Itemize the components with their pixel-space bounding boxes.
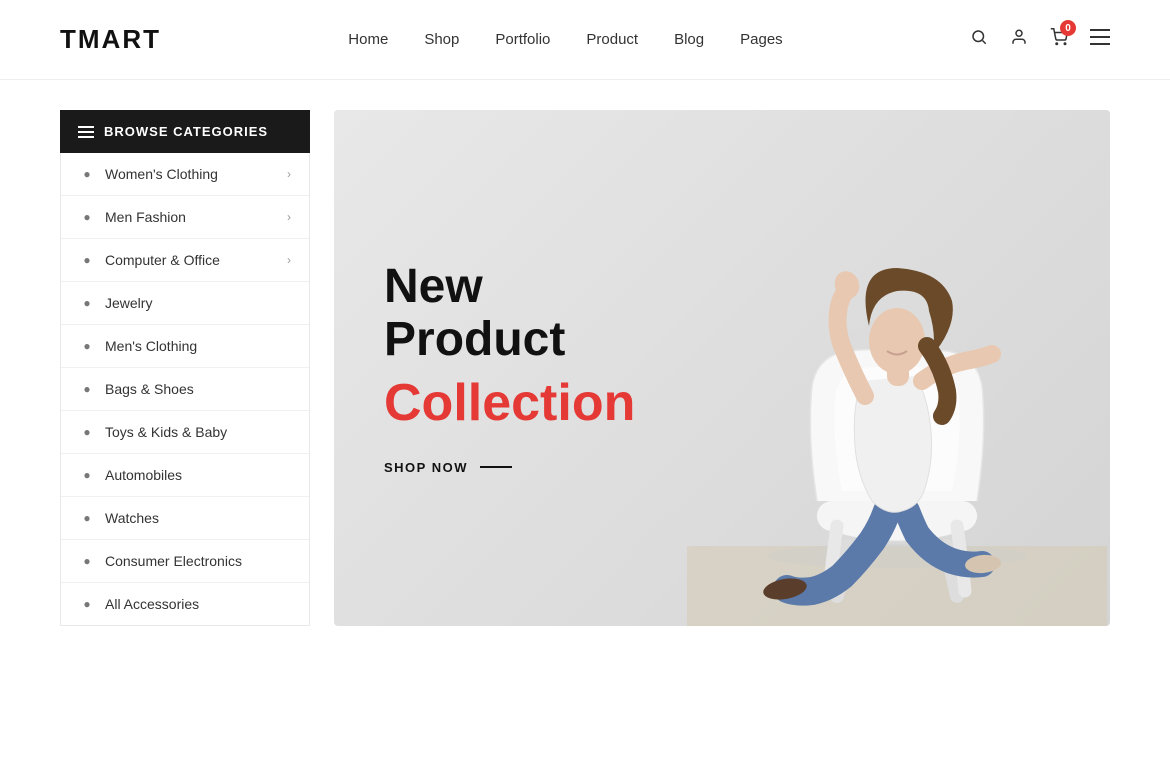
sidebar-item-left-5: ● Bags & Shoes (79, 381, 194, 397)
account-icon[interactable] (1010, 28, 1028, 51)
sidebar-item-label-1: Men Fashion (105, 209, 186, 225)
sidebar-item-icon-8: ● (79, 511, 95, 525)
cart-badge: 0 (1060, 20, 1076, 36)
sidebar-header: BROWSE CATEGORIES (60, 110, 310, 153)
logo[interactable]: TMART (60, 24, 161, 55)
hero-illustration (687, 206, 1107, 626)
sidebar-item-2[interactable]: ● Computer & Office › (61, 239, 309, 282)
sidebar-item-icon-5: ● (79, 382, 95, 396)
sidebar-item-3[interactable]: ● Jewelry (61, 282, 309, 325)
sidebar-item-label-3: Jewelry (105, 295, 152, 311)
nav-home[interactable]: Home (348, 31, 388, 48)
hero-title-line2: Collection (384, 375, 672, 432)
sidebar-item-1[interactable]: ● Men Fashion › (61, 196, 309, 239)
sidebar-chevron-1: › (287, 210, 291, 224)
sidebar-item-icon-9: ● (79, 554, 95, 568)
nav-pages[interactable]: Pages (740, 31, 783, 48)
main-content: BROWSE CATEGORIES ● Women's Clothing › ●… (0, 80, 1170, 656)
sidebar-item-icon-7: ● (79, 468, 95, 482)
sidebar-item-left-2: ● Computer & Office (79, 252, 220, 268)
hero-content: New Product Collection SHOP NOW (334, 201, 722, 535)
sidebar-item-left-3: ● Jewelry (79, 295, 152, 311)
sidebar-header-label: BROWSE CATEGORIES (104, 124, 268, 139)
sidebar-item-label-4: Men's Clothing (105, 338, 197, 354)
search-icon[interactable] (970, 28, 988, 51)
sidebar-item-left-7: ● Automobiles (79, 467, 182, 483)
hero-title-line1: New Product (384, 261, 672, 367)
cart-icon[interactable]: 0 (1050, 28, 1068, 51)
sidebar-item-9[interactable]: ● Consumer Electronics (61, 540, 309, 583)
sidebar-item-icon-0: ● (79, 167, 95, 181)
sidebar-item-icon-4: ● (79, 339, 95, 353)
sidebar-item-left-8: ● Watches (79, 510, 159, 526)
sidebar-list: ● Women's Clothing › ● Men Fashion › ● C… (60, 153, 310, 626)
sidebar-item-icon-6: ● (79, 425, 95, 439)
sidebar-item-0[interactable]: ● Women's Clothing › (61, 153, 309, 196)
header: TMART HomeShopPortfolioProductBlogPages … (0, 0, 1170, 80)
sidebar-menu-icon (78, 126, 94, 138)
main-nav: Home Shop Portfolio Product Blog Pages (348, 31, 782, 48)
hero-cta-button[interactable]: SHOP NOW (384, 460, 672, 475)
sidebar-item-label-8: Watches (105, 510, 159, 526)
sidebar-item-5[interactable]: ● Bags & Shoes (61, 368, 309, 411)
nav-product[interactable]: Product (586, 31, 638, 48)
sidebar-item-label-9: Consumer Electronics (105, 553, 242, 569)
hero-cta-label: SHOP NOW (384, 460, 468, 475)
hero-cta-line (480, 466, 512, 468)
menu-icon[interactable] (1090, 29, 1110, 50)
sidebar-item-7[interactable]: ● Automobiles (61, 454, 309, 497)
sidebar-item-label-6: Toys & Kids & Baby (105, 424, 227, 440)
sidebar-item-label-5: Bags & Shoes (105, 381, 194, 397)
sidebar-item-left-6: ● Toys & Kids & Baby (79, 424, 227, 440)
sidebar-chevron-2: › (287, 253, 291, 267)
sidebar: BROWSE CATEGORIES ● Women's Clothing › ●… (60, 110, 310, 626)
sidebar-item-label-10: All Accessories (105, 596, 199, 612)
sidebar-item-icon-1: ● (79, 210, 95, 224)
sidebar-item-icon-10: ● (79, 597, 95, 611)
hero-image (683, 110, 1110, 626)
sidebar-item-left-0: ● Women's Clothing (79, 166, 218, 182)
sidebar-chevron-0: › (287, 167, 291, 181)
sidebar-item-label-7: Automobiles (105, 467, 182, 483)
sidebar-item-left-10: ● All Accessories (79, 596, 199, 612)
nav-shop[interactable]: Shop (424, 31, 459, 48)
sidebar-item-8[interactable]: ● Watches (61, 497, 309, 540)
sidebar-item-left-4: ● Men's Clothing (79, 338, 197, 354)
sidebar-item-label-2: Computer & Office (105, 252, 220, 268)
header-icons: 0 (970, 28, 1110, 51)
sidebar-item-left-9: ● Consumer Electronics (79, 553, 242, 569)
nav-blog[interactable]: Blog (674, 31, 704, 48)
sidebar-item-10[interactable]: ● All Accessories (61, 583, 309, 625)
nav-portfolio[interactable]: Portfolio (495, 31, 550, 48)
sidebar-item-6[interactable]: ● Toys & Kids & Baby (61, 411, 309, 454)
sidebar-item-left-1: ● Men Fashion (79, 209, 186, 225)
sidebar-item-icon-3: ● (79, 296, 95, 310)
hero-banner: New Product Collection SHOP NOW (334, 110, 1110, 626)
sidebar-item-icon-2: ● (79, 253, 95, 267)
sidebar-item-4[interactable]: ● Men's Clothing (61, 325, 309, 368)
sidebar-item-label-0: Women's Clothing (105, 166, 218, 182)
